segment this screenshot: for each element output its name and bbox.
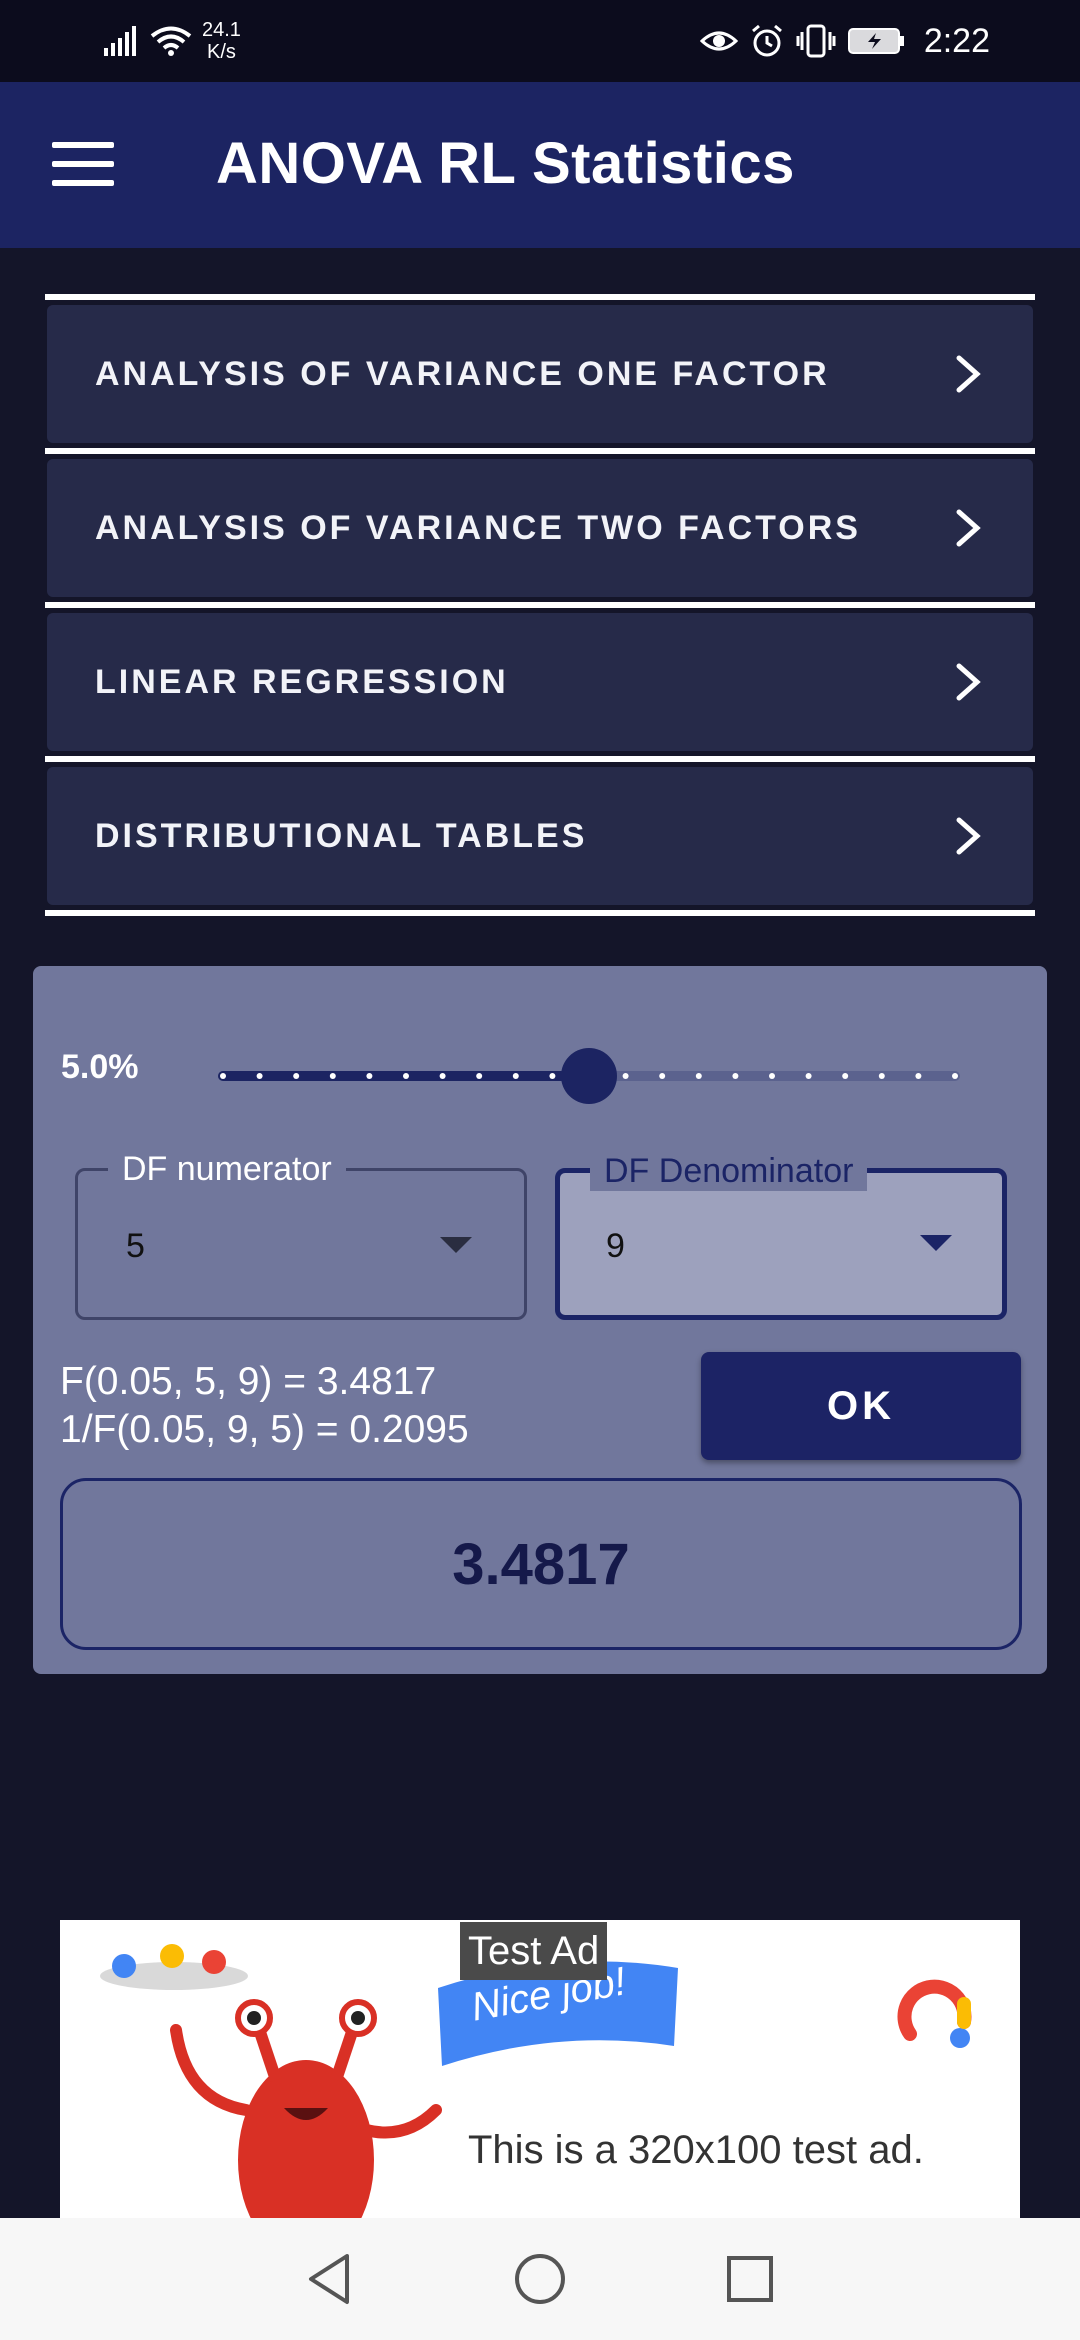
slider-tick xyxy=(329,1073,336,1079)
hamburger-icon-line xyxy=(52,180,114,186)
hamburger-icon-line xyxy=(52,142,114,148)
slider-thumb[interactable] xyxy=(561,1048,617,1104)
slider-tick xyxy=(769,1073,775,1079)
clock: 2:22 xyxy=(923,21,990,60)
menu-item-linear-regression[interactable]: LINEAR REGRESSION xyxy=(47,613,1033,751)
signal-icon xyxy=(104,26,136,56)
alarm-icon xyxy=(751,24,782,57)
eye-icon xyxy=(699,31,738,51)
divider xyxy=(45,910,1035,916)
net-speed-unit: K/s xyxy=(207,41,236,63)
status-bar: 24.1 K/s 2:22 xyxy=(0,0,1080,82)
df-numerator-value: 5 xyxy=(126,1227,145,1265)
result-output-field: 3.4817 xyxy=(60,1478,1022,1650)
df-numerator-dropdown[interactable]: DF numerator 5 xyxy=(75,1149,527,1320)
slider-tick xyxy=(878,1073,885,1079)
slider-tick xyxy=(952,1073,958,1079)
divider xyxy=(45,602,1035,608)
ad-description: This is a 320x100 test ad. xyxy=(468,2128,924,2172)
planet-icon xyxy=(100,1944,248,1990)
wifi-icon xyxy=(150,26,192,56)
status-right: 2:22 xyxy=(699,21,990,61)
home-button[interactable] xyxy=(510,2249,570,2309)
slider-tick xyxy=(622,1073,629,1079)
divider xyxy=(45,448,1035,454)
chevron-right-icon xyxy=(956,509,981,547)
app-title: ANOVA RL Statistics xyxy=(216,131,795,196)
df-denominator-dropdown[interactable]: DF Denominator 9 xyxy=(555,1151,1007,1320)
menu-item-anova-one-factor[interactable]: ANALYSIS OF VARIANCE ONE FACTOR xyxy=(47,305,1033,443)
menu-item-anova-two-factors[interactable]: ANALYSIS OF VARIANCE TWO FACTORS xyxy=(47,459,1033,597)
vibrate-icon xyxy=(796,24,836,58)
hamburger-menu-button[interactable] xyxy=(52,142,114,186)
menu-item-distributional-tables[interactable]: DISTRIBUTIONAL TABLES xyxy=(47,767,1033,905)
f-critical-value-line: F(0.05, 5, 9) = 3.4817 xyxy=(60,1360,437,1403)
home-icon xyxy=(515,2254,565,2304)
result-value: 3.4817 xyxy=(452,1531,630,1597)
chevron-right-icon xyxy=(956,817,981,855)
slider-tick xyxy=(220,1073,226,1079)
net-speed-value: 24.1 xyxy=(202,19,241,41)
divider xyxy=(45,756,1035,762)
monster-mascot-icon xyxy=(170,1999,442,2220)
df-denominator-value: 9 xyxy=(606,1227,625,1265)
test-ad-label: Test Ad xyxy=(460,1922,608,1980)
menu-item-label: ANALYSIS OF VARIANCE ONE FACTOR xyxy=(95,354,830,393)
dropdown-arrow-icon xyxy=(920,1235,952,1251)
slider-tick xyxy=(549,1073,556,1079)
status-left: 24.1 K/s xyxy=(104,19,241,63)
df-denominator-label: DF Denominator xyxy=(590,1151,868,1191)
battery-charging-icon xyxy=(847,28,904,54)
recents-button[interactable] xyxy=(720,2249,780,2309)
app-bar: ANOVA RL Statistics xyxy=(0,82,1080,248)
menu-item-label: DISTRIBUTIONAL TABLES xyxy=(95,816,588,855)
significance-level-label: 5.0% xyxy=(61,1048,139,1086)
dropdown-arrow-icon xyxy=(440,1237,472,1253)
slider-tick xyxy=(732,1073,739,1079)
f-distribution-card: 5.0% DF numerator 5 DF Denominator 9 F(0… xyxy=(33,966,1047,1674)
system-nav-bar xyxy=(0,2218,1080,2340)
menu-item-label: ANALYSIS OF VARIANCE TWO FACTORS xyxy=(95,508,861,547)
ads-logo-icon xyxy=(897,1979,972,2048)
chevron-right-icon xyxy=(956,355,981,393)
slider-tick xyxy=(256,1073,263,1079)
slider-tick xyxy=(842,1073,849,1079)
slider-tick xyxy=(403,1073,409,1079)
slider-tick xyxy=(439,1073,446,1079)
divider xyxy=(45,294,1035,300)
slider-tick xyxy=(695,1073,702,1079)
menu-item-label: LINEAR REGRESSION xyxy=(95,662,509,701)
df-numerator-label: DF numerator xyxy=(108,1149,346,1189)
slider-tick xyxy=(366,1073,373,1079)
slider-tick xyxy=(293,1073,300,1079)
f-result-text: F(0.05, 5, 9) = 3.4817 1/F(0.05, 9, 5) =… xyxy=(60,1358,469,1454)
test-ad-banner[interactable]: Nice job! Test Ad This is a 320x100 test… xyxy=(60,1920,1020,2220)
recents-icon xyxy=(727,2256,773,2302)
significance-level-slider[interactable] xyxy=(185,1046,985,1106)
hamburger-icon-line xyxy=(52,161,114,167)
back-icon xyxy=(309,2254,349,2304)
slider-tick xyxy=(476,1073,483,1079)
slider-tick xyxy=(512,1073,519,1079)
main-menu: ANALYSIS OF VARIANCE ONE FACTOR ANALYSIS… xyxy=(45,294,1035,916)
chevron-right-icon xyxy=(956,663,981,701)
network-speed: 24.1 K/s xyxy=(202,19,241,63)
ok-button[interactable]: OK xyxy=(701,1352,1021,1460)
back-button[interactable] xyxy=(300,2249,360,2309)
slider-tick xyxy=(805,1073,812,1079)
slider-track xyxy=(218,1048,960,1104)
slider-tick xyxy=(915,1073,922,1079)
slider-tick xyxy=(659,1073,666,1079)
f-inverse-value-line: 1/F(0.05, 9, 5) = 0.2095 xyxy=(60,1408,469,1451)
